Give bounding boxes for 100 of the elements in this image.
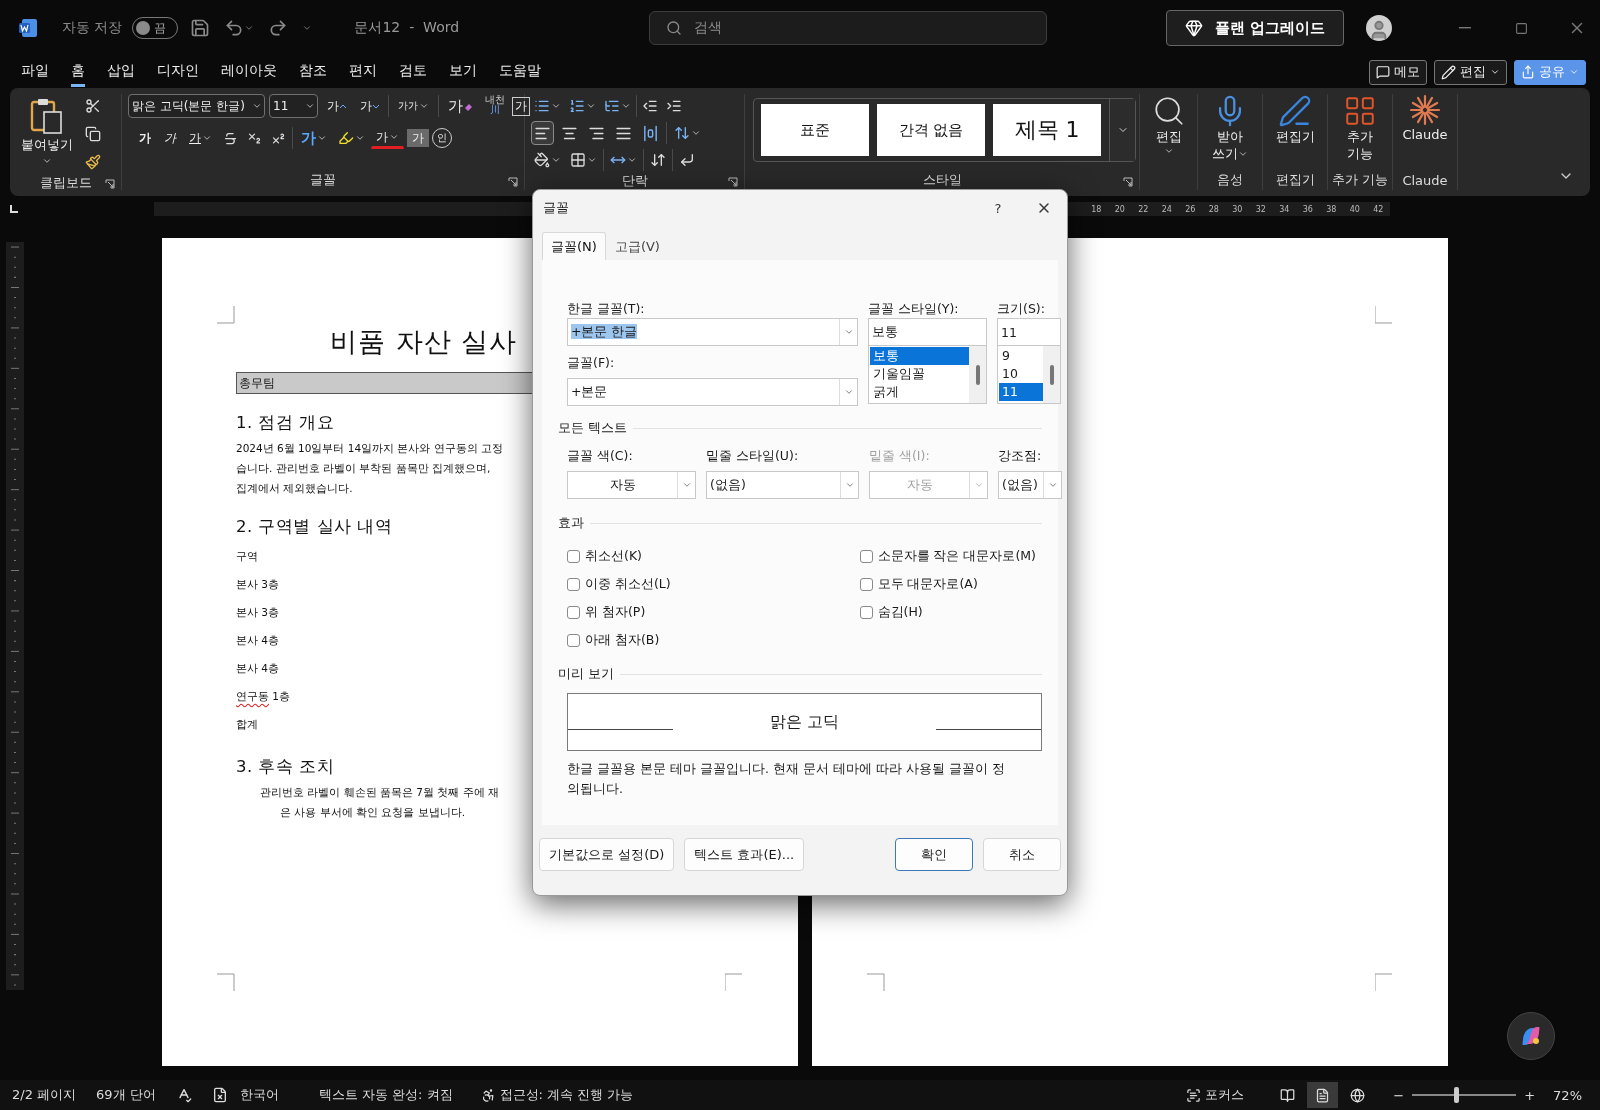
dialog-launcher-icon[interactable] bbox=[508, 177, 518, 187]
option-dropdown[interactable]: (없음) bbox=[998, 471, 1062, 499]
list-text: 합계 bbox=[236, 717, 259, 732]
text-effect-button[interactable]: 가 bbox=[296, 126, 332, 150]
scissors-icon bbox=[85, 98, 101, 114]
group-label: 추가 기능 bbox=[1331, 171, 1389, 189]
caret-icon bbox=[1569, 67, 1579, 77]
ribbon-tab[interactable]: 편지 bbox=[349, 57, 377, 87]
phonetic-guide-button[interactable]: 내천 川 bbox=[482, 94, 508, 118]
dictate-button[interactable]: 받아 쓰기 bbox=[1198, 94, 1262, 170]
align-button[interactable] bbox=[531, 121, 554, 145]
ruler-number: 28 bbox=[1207, 204, 1220, 214]
caret-icon bbox=[1047, 480, 1058, 490]
change-case-button[interactable]: 가가 bbox=[393, 94, 434, 118]
character-border-button[interactable]: 가 bbox=[512, 96, 530, 116]
indent-icon bbox=[666, 98, 682, 114]
paint-bucket-icon bbox=[534, 152, 550, 168]
font-name-dropdown[interactable]: 맑은 고딕(본문 한글) bbox=[128, 94, 265, 118]
ribbon-tab[interactable]: 파일 bbox=[21, 57, 49, 87]
ribbon-tab[interactable]: 검토 bbox=[399, 57, 427, 87]
upgrade-button[interactable]: 플랜 업그레이드 bbox=[1165, 10, 1344, 46]
italic-button[interactable]: 가 bbox=[159, 126, 181, 150]
view-mode-button[interactable] bbox=[1307, 1082, 1339, 1108]
dialog-tab[interactable]: 글꼴(N) bbox=[542, 232, 606, 260]
ribbon-tab[interactable]: 삽입 bbox=[107, 57, 135, 87]
focus-button[interactable]: 포커스 bbox=[1178, 1082, 1253, 1108]
font-dropdown[interactable]: +본문 bbox=[567, 378, 858, 406]
list-text: 본사 4층 bbox=[236, 633, 281, 648]
dialog-button[interactable]: 확인 bbox=[895, 838, 973, 871]
add-ins-button[interactable]: 추가 기능 bbox=[1328, 94, 1392, 170]
editing-mode-button[interactable]: 편집 bbox=[1434, 59, 1507, 85]
list-option[interactable]: 10 bbox=[999, 365, 1043, 383]
font-style-field[interactable]: 보통 bbox=[868, 318, 987, 346]
grow-font-button[interactable]: 가 bbox=[322, 94, 351, 118]
caret-icon bbox=[355, 133, 365, 143]
return-arrow-icon bbox=[679, 152, 695, 168]
body-text-line: 습니다. 관리번호 라벨이 부착된 품목만 집계했으며, bbox=[236, 461, 492, 476]
ruler-number: 38 bbox=[1325, 204, 1338, 214]
ribbon-tab[interactable]: 도움말 bbox=[499, 57, 541, 87]
find-button[interactable]: 편집 bbox=[1140, 94, 1197, 170]
body-text-line: 관리번호 라벨이 훼손된 품목은 7월 첫째 주에 재 bbox=[260, 785, 501, 800]
comments-button[interactable]: 메모 bbox=[1369, 59, 1427, 85]
ruler-number: 18 bbox=[1090, 204, 1103, 214]
help-button[interactable]: ? bbox=[975, 193, 1021, 223]
list-option[interactable]: 보통 bbox=[870, 347, 969, 365]
style-option[interactable]: 표준 bbox=[761, 104, 869, 156]
caret-icon bbox=[202, 133, 212, 143]
ruler-number: 26 bbox=[1184, 204, 1197, 214]
tab-stop-icon[interactable] bbox=[10, 205, 18, 213]
option-dropdown[interactable]: 자동 bbox=[567, 471, 696, 499]
option-dropdown[interactable]: (없음) bbox=[706, 471, 859, 499]
dialog-launcher-icon[interactable] bbox=[105, 179, 115, 189]
ribbon-tab[interactable]: 참조 bbox=[299, 57, 327, 87]
font-size-dropdown[interactable]: 11 bbox=[269, 94, 318, 118]
font-size-field[interactable]: 11 bbox=[997, 318, 1061, 346]
effect-checkbox[interactable]: 소문자를 작은 대문자로(M) bbox=[859, 542, 1036, 570]
dialog-launcher-icon[interactable] bbox=[728, 177, 738, 187]
character-shading-button[interactable]: 가 bbox=[407, 129, 429, 147]
dialog-button[interactable]: 텍스트 효과(E)... bbox=[684, 838, 805, 871]
korean-font-dropdown[interactable]: +본문 한글 bbox=[567, 318, 858, 346]
editor-button[interactable]: 편집기 bbox=[1263, 94, 1327, 170]
dialog-tab[interactable]: 고급(V) bbox=[605, 232, 669, 260]
clear-format-button[interactable]: 가 bbox=[443, 94, 478, 118]
redo-icon bbox=[268, 18, 289, 38]
list-option[interactable]: 기울임꼴 bbox=[870, 365, 969, 383]
line-spacing-icon bbox=[674, 125, 690, 141]
list-option[interactable]: 9 bbox=[999, 347, 1043, 365]
list-option[interactable]: 11 bbox=[999, 383, 1043, 401]
assistant-button[interactable]: Claude bbox=[1393, 94, 1457, 170]
accessibility-button[interactable]: 접근성: 계속 진행 가능 bbox=[472, 1082, 642, 1108]
assistant-button[interactable] bbox=[1507, 1012, 1555, 1060]
list-option[interactable]: 굵게 bbox=[870, 383, 969, 401]
effect-checkbox[interactable]: 위 첨자(P) bbox=[567, 598, 671, 626]
preview-sample: 맑은 고딕 bbox=[769, 711, 840, 733]
dialog-button[interactable]: 취소 bbox=[983, 838, 1061, 871]
minimize-icon bbox=[1459, 27, 1471, 29]
paste-button[interactable]: 붙여넣기 bbox=[16, 94, 78, 174]
font-color-button[interactable]: 가 bbox=[371, 127, 404, 149]
search-field[interactable]: 검색 bbox=[649, 11, 1048, 45]
ribbon-tab[interactable]: 레이아웃 bbox=[221, 57, 277, 87]
effect-checkbox[interactable]: 취소선(K) bbox=[567, 542, 671, 570]
font-description: 한글 글꼴용 본문 테마 글꼴입니다. 현재 문서 테마에 따라 사용될 글꼴이 정의됩니다. bbox=[567, 760, 1006, 798]
effect-checkbox[interactable]: 아래 첨자(B) bbox=[567, 626, 671, 654]
style-option[interactable]: 간격 없음 bbox=[877, 104, 985, 156]
dialog-launcher-icon[interactable] bbox=[1123, 177, 1133, 187]
shrink-font-button[interactable]: 가 bbox=[355, 94, 384, 118]
bold-button[interactable]: 가 bbox=[134, 126, 156, 150]
effect-checkbox[interactable]: 이중 취소선(L) bbox=[567, 570, 671, 598]
underline-button[interactable]: 가 bbox=[184, 126, 217, 150]
effect-checkbox[interactable]: 숨김(H) bbox=[859, 598, 1036, 626]
effect-checkbox[interactable]: 모두 대문자로(A) bbox=[859, 570, 1036, 598]
style-option[interactable]: 제목 1 bbox=[993, 104, 1101, 156]
zoom-out-button[interactable]: − bbox=[1393, 1082, 1405, 1108]
dialog-button[interactable]: 기본값으로 설정(D) bbox=[539, 838, 675, 871]
ribbon-tab[interactable]: 보기 bbox=[449, 57, 477, 87]
document-check-icon[interactable] bbox=[211, 1087, 228, 1103]
zoom-thumb[interactable] bbox=[1453, 1087, 1459, 1103]
zoom-in-button[interactable]: + bbox=[1524, 1082, 1536, 1108]
ribbon-tab[interactable]: 디자인 bbox=[157, 57, 199, 87]
caret-icon bbox=[1490, 67, 1500, 77]
